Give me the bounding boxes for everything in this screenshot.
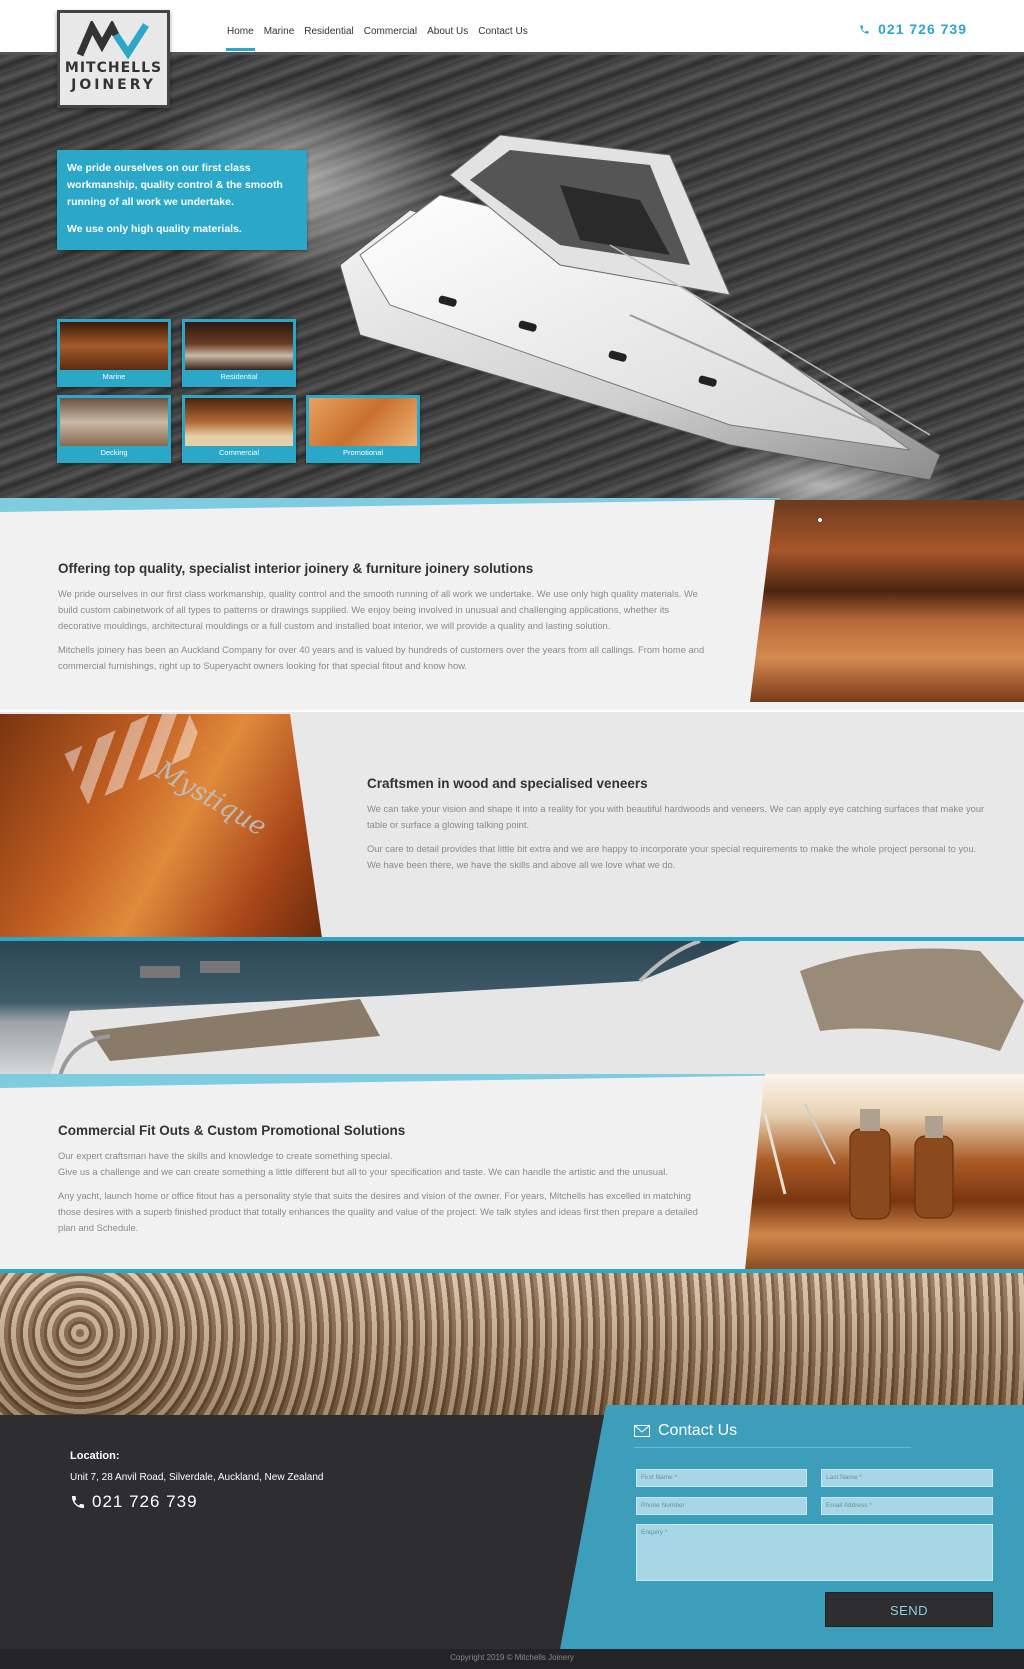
header-phone[interactable]: 021 726 739: [859, 21, 967, 37]
thumb-commercial-label: Commercial: [218, 448, 259, 457]
veneer-script-text: Mystique: [150, 755, 272, 843]
phone-icon: [72, 1496, 84, 1508]
section2-title: Craftsmen in wood and specialised veneer…: [367, 776, 648, 791]
first-name-input[interactable]: First Name *: [636, 1469, 807, 1487]
enquiry-textarea[interactable]: Enquiry *: [636, 1524, 993, 1581]
section2-paragraph-2: Our care to detail provides that little …: [367, 843, 977, 870]
mj-logo-mark: [76, 21, 149, 59]
section3-paragraph-1: Our expert craftsman have the skills and…: [58, 1148, 708, 1180]
nav-home[interactable]: Home: [222, 22, 259, 51]
yacht-interior-image: [750, 500, 1024, 702]
thumb-promotional-label: Promotional: [342, 448, 384, 457]
main-nav: Home Marine Residential Commercial About…: [222, 22, 533, 51]
copyright-text: Copyright 2019 © Mitchells Joinery: [450, 1653, 574, 1662]
boat-deck-image: [50, 941, 1024, 1076]
phone-icon: [860, 24, 869, 34]
thumb-decking-label: Decking: [100, 448, 128, 457]
nav-about-us[interactable]: About Us: [422, 22, 473, 51]
nav-marine[interactable]: Marine: [259, 22, 300, 51]
logo-text-line2: JOINERY: [71, 77, 156, 93]
thumb-decking[interactable]: Decking: [57, 395, 171, 463]
section1-title: Offering top quality, specialist interio…: [58, 561, 534, 576]
thumb-residential-label: Residential: [220, 372, 258, 381]
section2-paragraph-1: We can take your vision and shape it int…: [367, 803, 985, 830]
footer-phone-number: 021 726 739: [92, 1492, 198, 1511]
thumb-promotional-image: [309, 398, 417, 446]
thumb-residential[interactable]: Residential: [182, 319, 296, 387]
site-logo[interactable]: MITCHELLS JOINERY: [57, 10, 170, 108]
send-button[interactable]: SEND: [825, 1592, 993, 1627]
section3-paragraph-1a: Our expert craftsman have the skills and…: [58, 1150, 393, 1161]
contact-title-text: Contact Us: [658, 1422, 738, 1439]
section1-paragraph-1: We pride ourselves in our first class wo…: [58, 588, 698, 631]
section3-body: Our expert craftsman have the skills and…: [58, 1148, 708, 1236]
wood-shavings-banner: [0, 1273, 1024, 1415]
section1-paragraph-2: Mitchells joinery has been an Auckland C…: [58, 644, 705, 671]
location-label: Location:: [70, 1450, 120, 1462]
email-input[interactable]: Email Address *: [821, 1497, 993, 1515]
section1-body: We pride ourselves in our first class wo…: [58, 586, 708, 674]
contact-form-title: Contact Us: [634, 1422, 737, 1440]
nav-residential[interactable]: Residential: [299, 22, 358, 51]
grinders-image: [763, 1103, 954, 1220]
section3-paragraph-1b: Give us a challenge and we can create so…: [58, 1166, 668, 1177]
boat-deck-banner: [0, 941, 1024, 1076]
location-address: Unit 7, 28 Anvil Road, Silverdale, Auckl…: [70, 1472, 324, 1483]
copyright-bar: Copyright 2019 © Mitchells Joinery: [0, 1649, 1024, 1669]
thumb-marine-label: Marine: [102, 372, 126, 381]
nav-contact-us[interactable]: Contact Us: [473, 22, 532, 51]
logo-text-line1: MITCHELLS: [64, 60, 163, 76]
boat-image: [339, 134, 941, 481]
thumb-residential-image: [185, 322, 293, 370]
phone-number-input[interactable]: Phone Number: [636, 1497, 807, 1515]
hero-banner: We pride ourselves on our first class wo…: [0, 55, 1024, 500]
hero-materials-text: We use only high quality materials.: [67, 223, 242, 235]
section2-body: We can take your vision and shape it int…: [367, 801, 992, 873]
thumb-decking-image: [60, 398, 168, 446]
veneer-image: Mystique: [0, 714, 322, 938]
envelope-icon: [634, 1425, 650, 1437]
hero-intro-text: We pride ourselves on our first class wo…: [67, 162, 283, 208]
header-phone-number: 021 726 739: [878, 21, 967, 37]
footer-phone[interactable]: 021 726 739: [70, 1492, 198, 1512]
nav-commercial[interactable]: Commercial: [359, 22, 422, 51]
last-name-input[interactable]: Last Name *: [821, 1469, 993, 1487]
section3-paragraph-2: Any yacht, launch home or office fitout …: [58, 1190, 698, 1233]
thumb-marine[interactable]: Marine: [57, 319, 171, 387]
salt-pepper-image: [745, 1074, 1024, 1270]
hero-intro-box: We pride ourselves on our first class wo…: [57, 150, 307, 250]
section3-title: Commercial Fit Outs & Custom Promotional…: [58, 1123, 406, 1138]
thumb-marine-image: [60, 322, 168, 370]
contact-title-underline: [634, 1447, 911, 1448]
thumb-commercial[interactable]: Commercial: [182, 395, 296, 463]
thumb-commercial-image: [185, 398, 293, 446]
thumb-promotional[interactable]: Promotional: [306, 395, 420, 463]
